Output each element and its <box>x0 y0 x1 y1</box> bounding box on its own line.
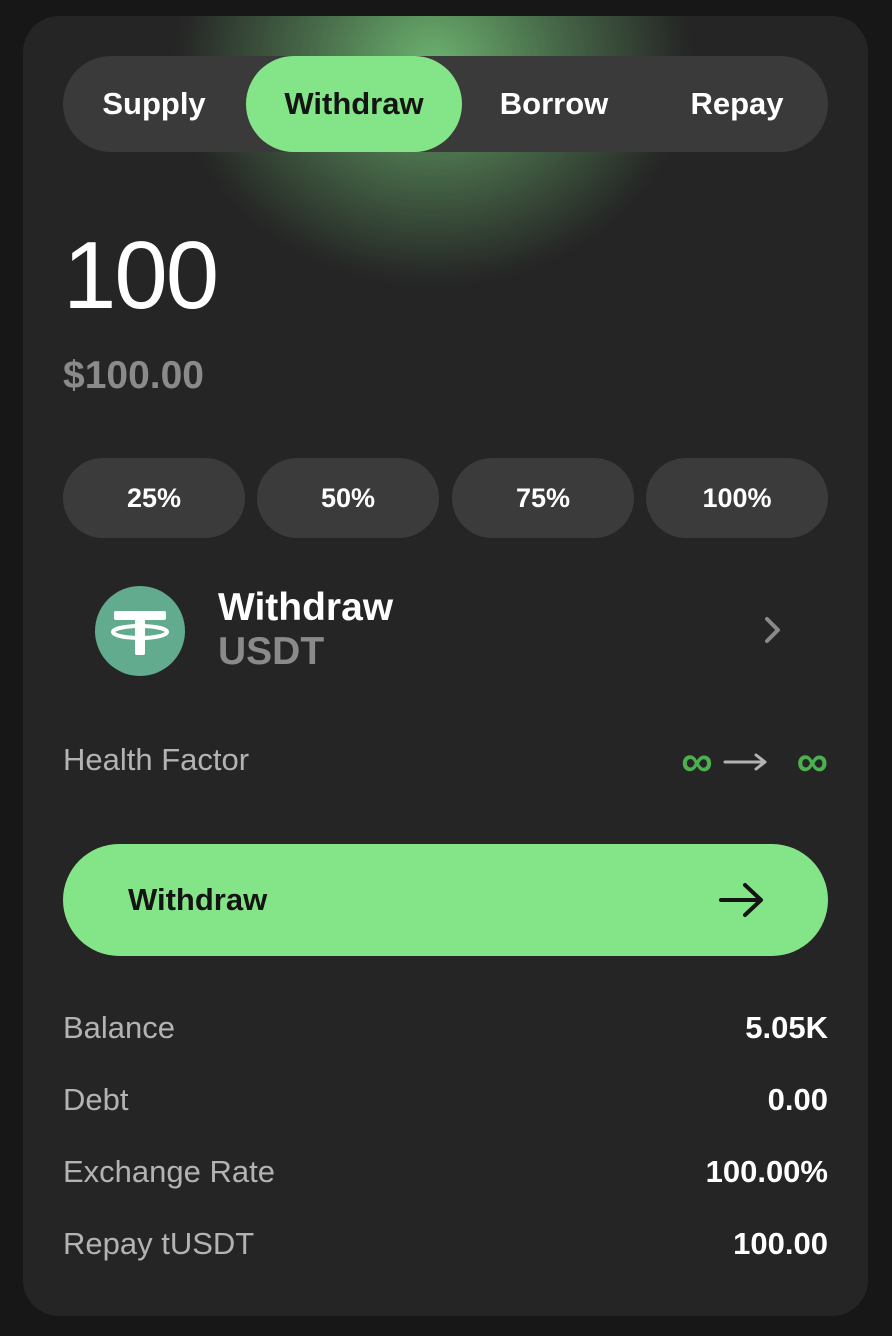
asset-selector[interactable]: Withdraw USDT <box>63 578 828 688</box>
debt-label: Debt <box>63 1082 129 1117</box>
chevron-right-icon <box>765 617 780 643</box>
debt-value: 0.00 <box>767 1082 828 1117</box>
percent-50-button[interactable]: 50% <box>257 458 439 538</box>
arrow-right-icon <box>723 753 767 771</box>
repay-token-value: 100.00 <box>733 1226 828 1261</box>
percent-100-button[interactable]: 100% <box>646 458 828 538</box>
tether-icon <box>95 586 185 676</box>
health-factor-values: ∞ ∞ <box>681 737 828 786</box>
balance-value: 5.05K <box>745 1010 828 1045</box>
percent-25-button[interactable]: 25% <box>63 458 245 538</box>
percent-75-button[interactable]: 75% <box>452 458 634 538</box>
health-factor-to: ∞ <box>796 737 828 786</box>
tab-supply[interactable]: Supply <box>63 56 245 152</box>
tab-borrow[interactable]: Borrow <box>463 56 645 152</box>
withdraw-button[interactable]: Withdraw <box>63 844 828 956</box>
tab-withdraw[interactable]: Withdraw <box>246 56 462 152</box>
health-factor-from: ∞ <box>681 737 713 786</box>
action-tabs: Supply Withdraw Borrow Repay <box>63 56 828 152</box>
exchange-rate-value: 100.00% <box>705 1154 828 1189</box>
asset-symbol: USDT <box>218 630 325 673</box>
exchange-rate-label: Exchange Rate <box>63 1154 275 1189</box>
withdraw-card: Supply Withdraw Borrow Repay 100 $100.00… <box>23 16 868 1316</box>
repay-token-label: Repay tUSDT <box>63 1226 255 1261</box>
health-factor-label: Health Factor <box>63 742 250 777</box>
amount-input[interactable]: 100 <box>63 221 219 331</box>
withdraw-button-label: Withdraw <box>128 882 268 917</box>
arrow-right-icon <box>719 883 763 917</box>
tab-repay[interactable]: Repay <box>646 56 828 152</box>
amount-usd-value: $100.00 <box>63 354 204 397</box>
balance-label: Balance <box>63 1010 176 1045</box>
asset-action-label: Withdraw <box>218 586 394 629</box>
